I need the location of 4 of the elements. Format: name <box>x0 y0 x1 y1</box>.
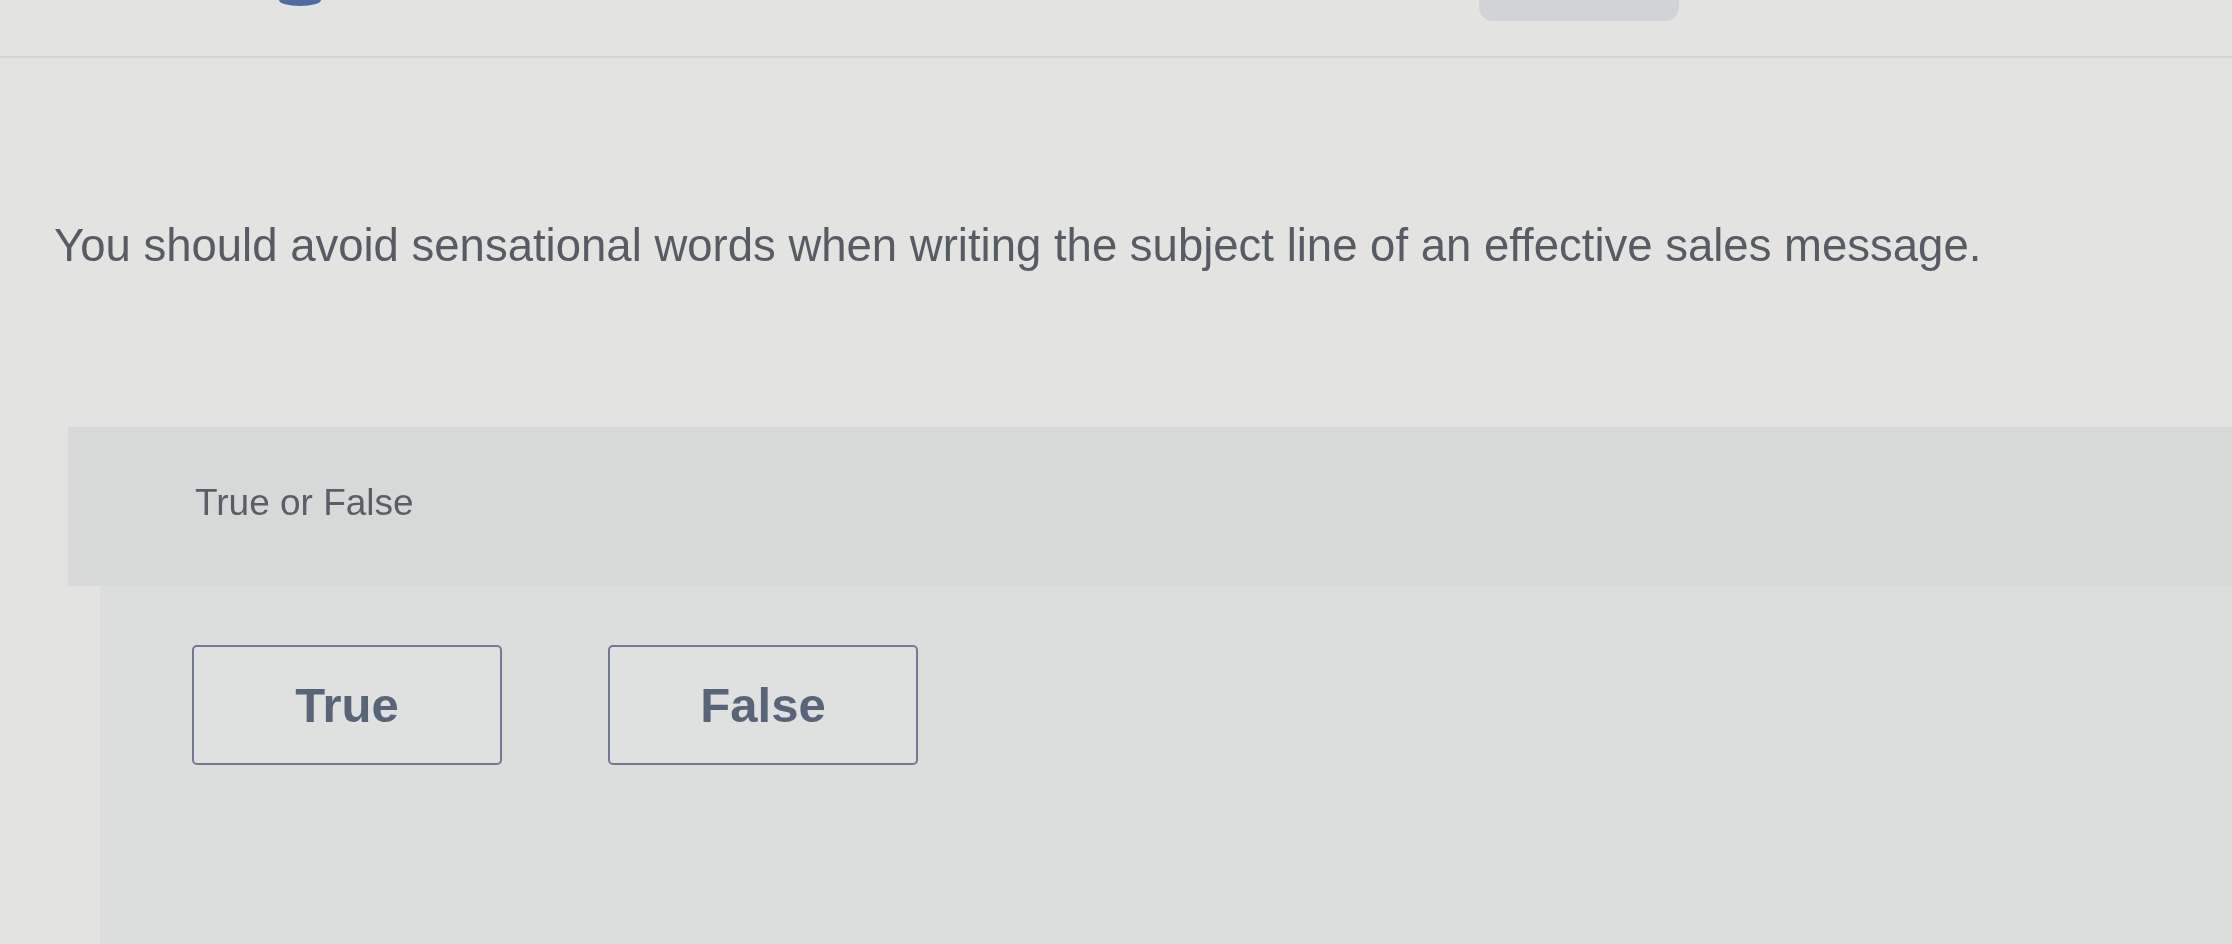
answer-option-button[interactable]: True <box>192 645 502 765</box>
prompt-text: True or False <box>195 481 414 524</box>
answer-option-button[interactable]: False <box>608 645 918 765</box>
question-text: You should avoid sensational words when writing the subject line of an effective sales message. <box>54 219 1983 273</box>
